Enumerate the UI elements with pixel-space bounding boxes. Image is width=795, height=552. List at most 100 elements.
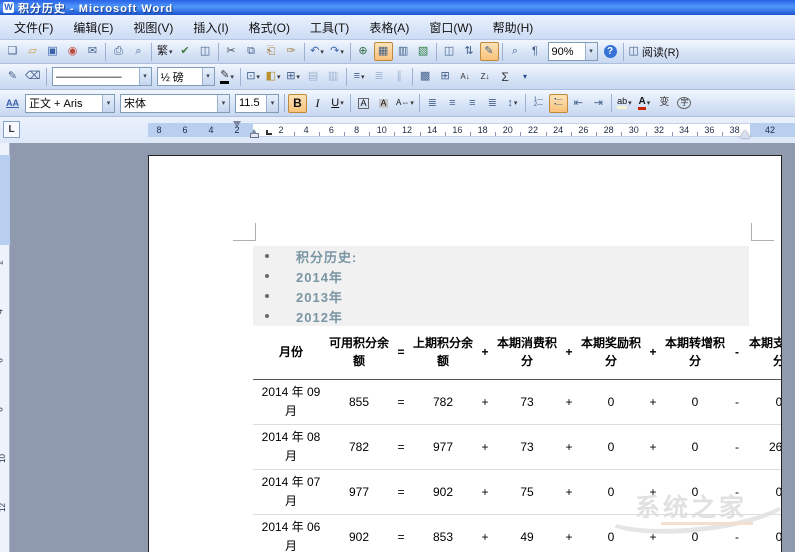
format-painter[interactable]: ✑ xyxy=(282,42,301,61)
toolbar-options[interactable]: ▾ xyxy=(516,67,535,86)
italic[interactable]: I xyxy=(308,94,327,113)
left-tab-stop-marker[interactable] xyxy=(266,130,272,135)
title-bar[interactable]: W 积分历史 - Microsoft Word xyxy=(0,0,795,15)
bullets[interactable]: •— •— xyxy=(548,93,568,113)
header-cell[interactable]: + xyxy=(557,326,581,380)
value-cell[interactable]: 977 xyxy=(413,424,473,470)
zoom-select-dropdown-icon[interactable]: ▾ xyxy=(584,43,597,60)
insert-table-dropdown-icon[interactable]: ▾ xyxy=(296,73,300,81)
enclosed-characters[interactable]: 字 xyxy=(675,94,694,113)
paste[interactable]: ⎗ xyxy=(262,42,281,61)
font-select-dropdown-icon[interactable]: ▾ xyxy=(217,94,229,112)
value-cell[interactable]: 0 xyxy=(665,469,725,515)
sort-descending[interactable]: Z↓ xyxy=(476,67,495,86)
operator-cell[interactable]: = xyxy=(389,515,413,552)
eraser[interactable]: ⌫ xyxy=(23,67,43,86)
menu-file[interactable]: 文件(F) xyxy=(4,16,63,39)
align-center[interactable]: ≡ xyxy=(443,94,462,113)
vertical-ruler[interactable]: 246810121416 xyxy=(0,143,10,552)
header-cell[interactable]: 本期支出积分 xyxy=(749,326,781,380)
menu-table[interactable]: 表格(A) xyxy=(359,16,419,39)
mail-recipient[interactable]: ✉ xyxy=(83,42,102,61)
distribute-columns[interactable]: ∥ xyxy=(390,67,409,86)
operator-cell[interactable]: - xyxy=(725,379,749,425)
open-folder[interactable]: ▱ xyxy=(23,42,42,61)
distribute-rows[interactable]: ≣ xyxy=(370,67,389,86)
header-cell[interactable]: 可用积分余额 xyxy=(329,326,389,380)
underline-dropdown-icon[interactable]: ▾ xyxy=(340,99,344,107)
outside-border[interactable]: ⊡ ▾ xyxy=(244,67,263,86)
value-cell[interactable]: 853 xyxy=(413,515,473,552)
columns[interactable]: ◫ xyxy=(440,42,459,61)
header-cell[interactable]: 上期积分余额 xyxy=(413,326,473,380)
insert-table[interactable]: ⊞ ▾ xyxy=(284,67,303,86)
highlight-dropdown-icon[interactable]: ▾ xyxy=(628,99,632,107)
operator-cell[interactable]: - xyxy=(725,469,749,515)
style-select-dropdown-icon[interactable]: ▾ xyxy=(102,94,114,112)
value-cell[interactable]: 0 xyxy=(581,469,641,515)
shading-color-dropdown-icon[interactable]: ▾ xyxy=(277,73,281,81)
justify[interactable]: ≣ xyxy=(423,94,442,113)
traditional-chinese-convert[interactable]: 繁 ▾ xyxy=(155,42,175,61)
operator-cell[interactable]: = xyxy=(389,379,413,425)
styles-and-formatting[interactable]: AA xyxy=(3,94,22,113)
value-cell[interactable]: 855 xyxy=(329,379,389,425)
zoom-select[interactable]: 90% ▾ xyxy=(547,42,598,61)
line-spacing-dropdown-icon[interactable]: ▾ xyxy=(514,99,518,107)
list-item[interactable]: 2014年 xyxy=(253,266,749,286)
value-cell[interactable]: 782 xyxy=(329,424,389,470)
line-style-select-dropdown-icon[interactable]: ▾ xyxy=(138,68,151,85)
header-cell[interactable]: 本期奖励积分 xyxy=(581,326,641,380)
line-weight-select[interactable]: ½ 磅 ▾ xyxy=(156,67,215,86)
drawing[interactable]: ✎ xyxy=(479,42,499,61)
value-cell[interactable]: 902 xyxy=(413,469,473,515)
month-cell[interactable]: 2014 年 07 月 xyxy=(253,469,329,515)
value-cell[interactable]: 73 xyxy=(497,379,557,425)
value-cell[interactable]: 73 xyxy=(497,424,557,470)
shading-color[interactable]: ◧ ▾ xyxy=(264,67,283,86)
operator-cell[interactable]: = xyxy=(389,469,413,515)
decrease-indent[interactable]: ⇤ xyxy=(569,94,588,113)
operator-cell[interactable]: + xyxy=(641,469,665,515)
show-hide-marks[interactable]: ¶ xyxy=(526,42,545,61)
menu-window[interactable]: 窗口(W) xyxy=(419,16,482,39)
character-scale[interactable]: A⇔ ▾ xyxy=(394,94,416,113)
line-weight-select-dropdown-icon[interactable]: ▾ xyxy=(201,68,214,85)
cut[interactable]: ✂ xyxy=(222,42,241,61)
value-cell[interactable]: 977 xyxy=(329,469,389,515)
list-item[interactable]: 2012年 xyxy=(253,306,749,326)
menu-format[interactable]: 格式(O) xyxy=(239,16,300,39)
operator-cell[interactable]: + xyxy=(473,469,497,515)
value-cell[interactable]: 0 xyxy=(665,379,725,425)
highlight[interactable]: ab ▾ xyxy=(615,94,634,113)
operator-cell[interactable]: + xyxy=(557,515,581,552)
font-size-select[interactable]: 11.5 ▾ xyxy=(235,93,279,113)
header-cell[interactable]: = xyxy=(389,326,413,380)
border-color-dropdown-icon[interactable]: ▾ xyxy=(230,73,234,81)
font-size-select-dropdown-icon[interactable]: ▾ xyxy=(266,94,278,112)
new-document[interactable]: ❏ xyxy=(3,42,22,61)
line-style-select[interactable]: —————— ▾ xyxy=(51,67,152,86)
character-shading[interactable]: A xyxy=(374,94,393,113)
header-cell[interactable]: 本期消费积分 xyxy=(497,326,557,380)
operator-cell[interactable]: + xyxy=(641,424,665,470)
operator-cell[interactable]: + xyxy=(557,469,581,515)
font-select[interactable]: 宋体 ▾ xyxy=(120,93,230,113)
pinyin-guide[interactable]: 变 xyxy=(655,94,674,113)
value-cell[interactable]: 0 xyxy=(665,424,725,470)
print-preview[interactable]: ⌕ xyxy=(129,42,148,61)
undo[interactable]: ↶ ▾ xyxy=(308,42,327,61)
value-cell[interactable]: 0 xyxy=(581,424,641,470)
header-cell[interactable]: + xyxy=(641,326,665,380)
value-cell[interactable]: 0 xyxy=(749,379,781,425)
header-cell[interactable]: 本期转增积分 xyxy=(665,326,725,380)
undo-dropdown-icon[interactable]: ▾ xyxy=(320,48,324,56)
header-cell[interactable]: + xyxy=(473,326,497,380)
operator-cell[interactable]: + xyxy=(473,515,497,552)
operator-cell[interactable]: + xyxy=(641,379,665,425)
operator-cell[interactable]: + xyxy=(557,379,581,425)
value-cell[interactable]: 0 xyxy=(581,515,641,552)
operator-cell[interactable]: + xyxy=(473,379,497,425)
header-cell[interactable]: - xyxy=(725,326,749,380)
header-cell[interactable]: 月份 xyxy=(253,326,329,380)
